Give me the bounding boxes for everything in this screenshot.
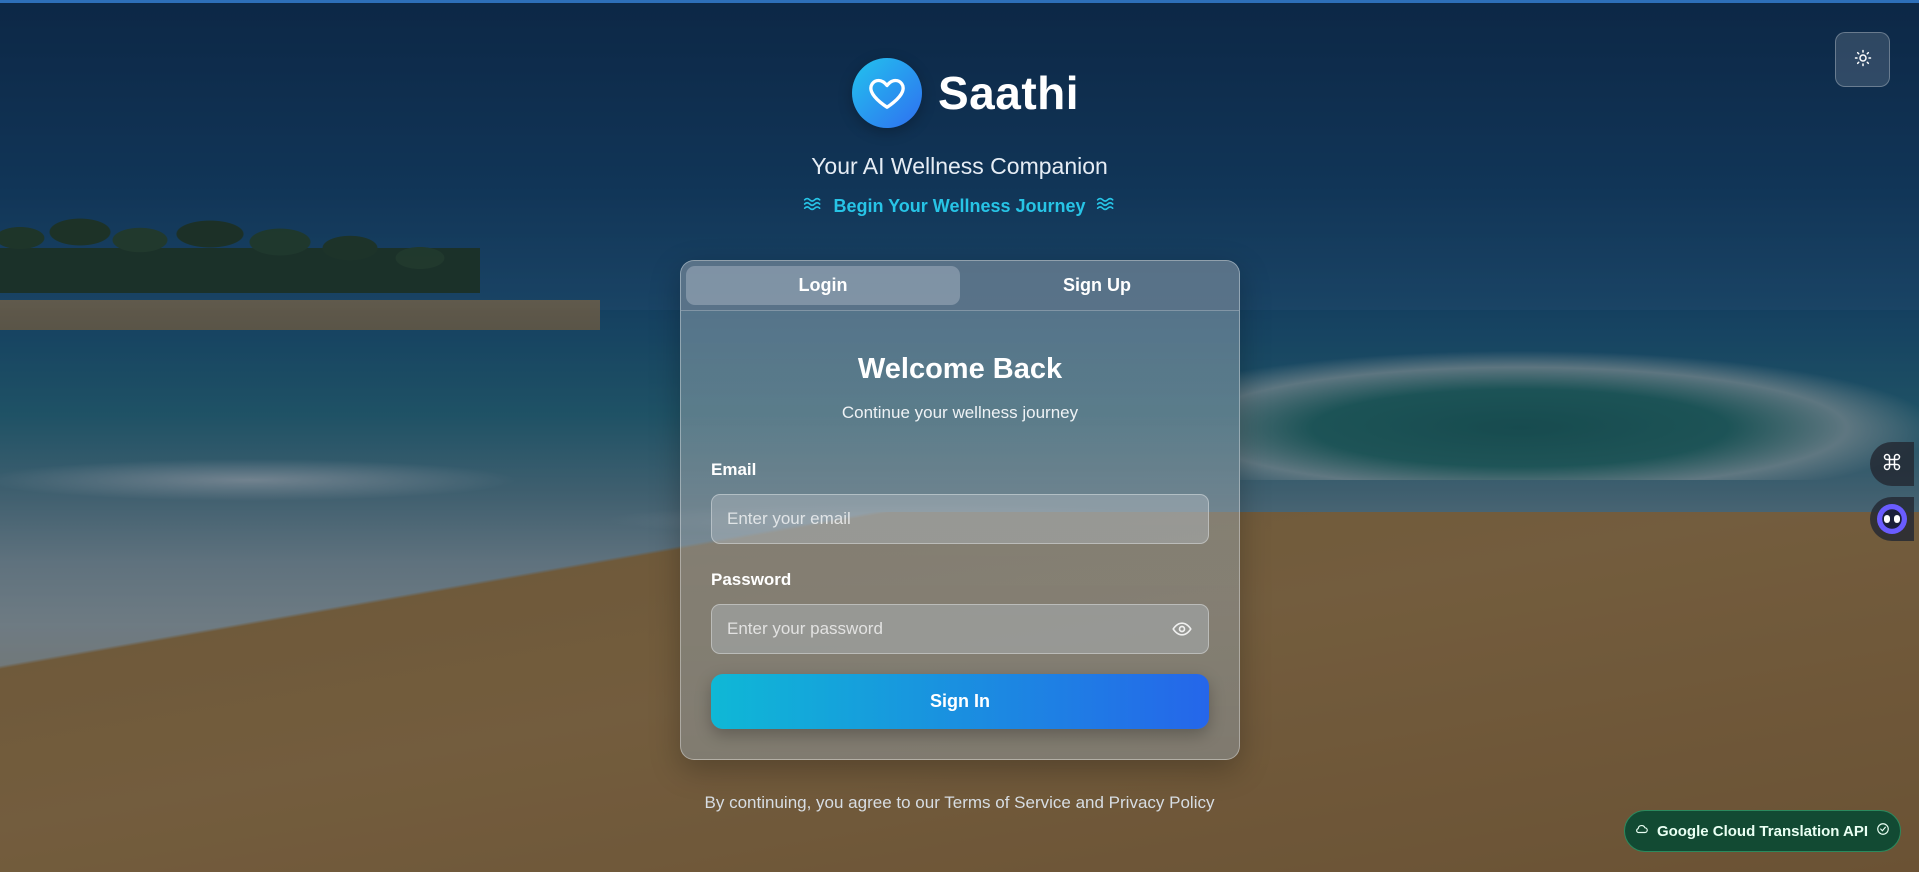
brand: Saathi <box>852 58 1079 128</box>
waves-icon <box>803 196 823 217</box>
email-field-wrapper <box>711 494 1209 544</box>
cloud-icon <box>1635 822 1649 840</box>
sun-icon <box>1854 49 1872 70</box>
quick-actions-button[interactable] <box>1870 442 1914 486</box>
translation-api-badge[interactable]: Google Cloud Translation API <box>1624 810 1901 852</box>
check-circle-icon <box>1876 822 1890 840</box>
journey-banner: Begin Your Wellness Journey <box>0 196 1919 217</box>
tab-login[interactable]: Login <box>686 266 960 305</box>
form-title: Welcome Back <box>857 353 1063 385</box>
bot-icon <box>1877 504 1907 534</box>
tagline: Your AI Wellness Companion <box>811 153 1108 179</box>
password-label: Password <box>711 570 792 589</box>
journey-text: Begin Your Wellness Journey <box>833 196 1086 216</box>
password-field-wrapper <box>711 604 1209 654</box>
form-subtitle: Continue your wellness journey <box>841 403 1079 422</box>
assistant-bot-button[interactable] <box>1870 497 1914 541</box>
email-label: Email <box>711 460 757 479</box>
sign-in-button[interactable]: Sign In <box>711 674 1209 729</box>
password-field[interactable] <box>727 619 1171 639</box>
theme-toggle-button[interactable] <box>1835 32 1890 87</box>
auth-card: Login Sign Up Welcome Back Continue your… <box>680 260 1240 760</box>
waves-icon <box>1096 196 1116 217</box>
badge-label: Google Cloud Translation API <box>1656 822 1869 840</box>
heart-icon <box>852 58 922 128</box>
email-field[interactable] <box>727 509 1193 529</box>
eye-icon[interactable] <box>1171 618 1193 640</box>
terms-text: By continuing, you agree to our Terms of… <box>704 793 1215 812</box>
command-icon <box>1882 452 1902 477</box>
auth-tabs: Login Sign Up <box>681 261 1239 311</box>
tab-sign-up[interactable]: Sign Up <box>960 266 1234 305</box>
app-name: Saathi <box>938 67 1080 119</box>
